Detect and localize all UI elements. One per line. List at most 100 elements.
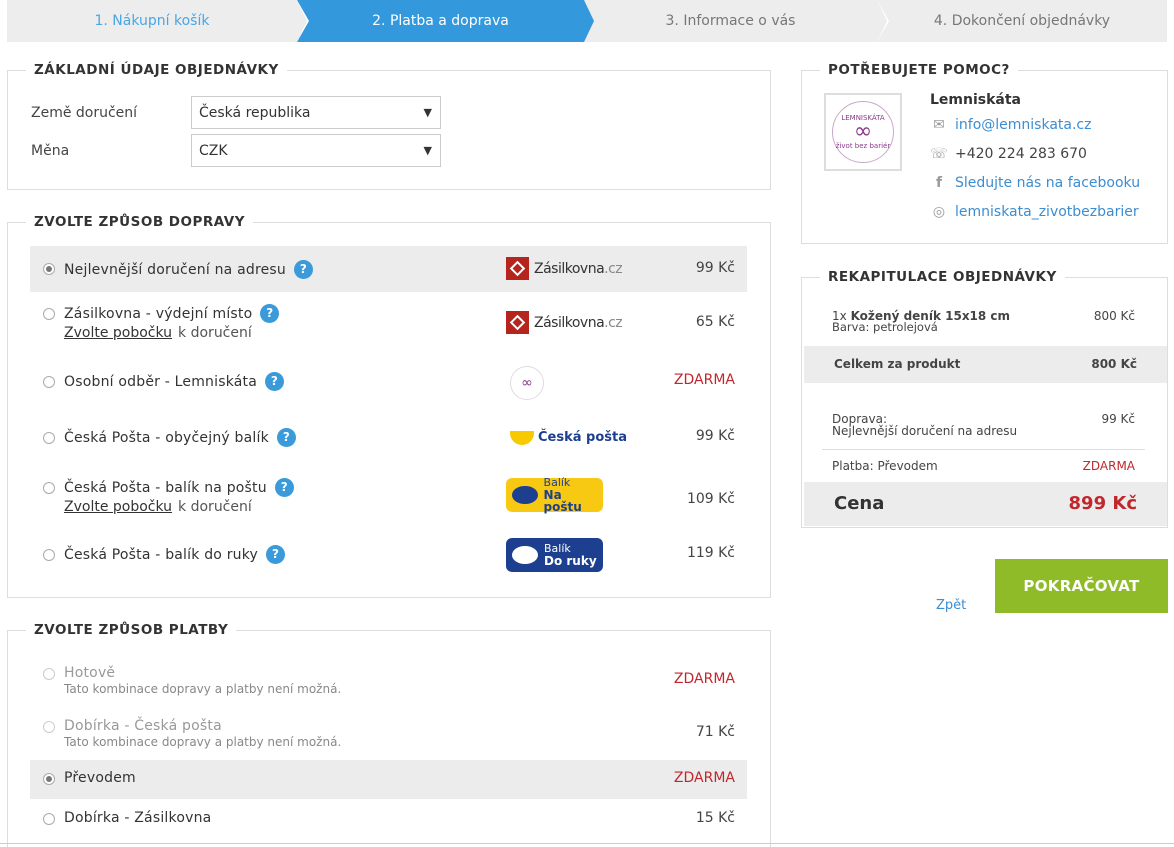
radio[interactable] — [43, 482, 55, 494]
payment-option-name: Dobírka - Zásilkovna — [64, 810, 212, 826]
recap-shipping-name: Nejlevnější doručení na adresu — [832, 424, 1018, 438]
shipping-price: 65 Kč — [695, 314, 735, 330]
shipping-option-name: Česká Pošta - balík do ruky — [64, 547, 259, 563]
recap-product-total-value: 800 Kč — [1091, 357, 1137, 371]
radio[interactable] — [43, 376, 55, 388]
recap-payment-name: Převodem — [877, 459, 938, 473]
shipping-option-name: Osobní odběr - Lemniskáta — [64, 374, 258, 390]
step-complete-label: 4. Dokončení objednávky — [933, 13, 1111, 29]
radio[interactable] — [43, 549, 55, 561]
help-icon[interactable]: ? — [266, 545, 286, 564]
recap-total-label: Cena — [834, 493, 885, 514]
zasilkovna-logo: Zásilkovna.cz — [506, 311, 623, 334]
shipping-option[interactable]: Česká Pošta - obyčejný balík? Česká pošt… — [30, 419, 747, 459]
phone-icon: ☏ — [930, 146, 948, 162]
payment-option-name: Dobírka - Česká pošta — [64, 718, 222, 734]
country-select[interactable]: Česká republika ▼ — [191, 96, 441, 129]
payment-option: Dobírka - Česká pošta Tato kombinace dop… — [30, 714, 747, 754]
payment-option[interactable]: Převodem ZDARMA — [30, 760, 747, 799]
recap-section: REKAPITULACE OBJEDNÁVKY 1x Kožený deník … — [801, 269, 1168, 528]
branch-suffix: k doručení — [178, 499, 252, 515]
step-payment-shipping: 2. Platba a doprava — [297, 0, 594, 42]
payment-option-name: Hotově — [64, 665, 116, 681]
company-name: Lemniskáta — [930, 92, 1021, 108]
recap-shipping-price: 99 Kč — [1101, 412, 1135, 426]
facebook-link[interactable]: Sledujte nás na facebooku — [955, 175, 1140, 191]
shipping-option[interactable]: Zásilkovna - výdejní místo? Zvolte poboč… — [30, 301, 747, 347]
divider — [0, 843, 1174, 844]
badge-line2: Do ruky — [544, 554, 597, 568]
step-cart-label: 1. Nákupní košík — [94, 13, 210, 29]
radio[interactable] — [43, 308, 55, 320]
ceska-posta-logo: Česká pošta — [510, 430, 627, 445]
step-payment-label: 2. Platba a doprava — [372, 13, 509, 29]
radio[interactable] — [43, 813, 55, 825]
shipping-option-name: Česká Pošta - balík na poštu — [64, 480, 267, 496]
recap-shipping: Doprava: Nejlevnější doručení na adresu … — [832, 413, 1137, 437]
zasilkovna-brand: Zásilkovna — [534, 260, 605, 277]
shipping-option-name: Nejlevnější doručení na adresu — [64, 262, 286, 278]
lemniskata-logo: LEMNISKÁTA ∞ život bez bariér — [824, 93, 902, 171]
back-link[interactable]: Zpět — [936, 598, 966, 613]
country-value: Česká republika — [199, 105, 311, 121]
currency-label: Měna — [31, 143, 70, 159]
shipping-legend: ZVOLTE ZPŮSOB DOPRAVY — [26, 214, 254, 230]
recap-total-value: 899 Kč — [1068, 493, 1137, 514]
logo-bottom-text: život bez bariér — [835, 142, 891, 150]
shipping-option[interactable]: Česká Pošta - balík do ruky? Balík Do ruk… — [30, 535, 747, 575]
recap-product-total: Celkem za produkt 800 Kč — [804, 346, 1167, 383]
help-icon[interactable]: ? — [265, 372, 285, 391]
shipping-price: 109 Kč — [686, 491, 735, 507]
email-link[interactable]: info@lemniskata.cz — [955, 117, 1091, 133]
payment-option-note: Tato kombinace dopravy a platby není mož… — [64, 735, 342, 749]
zasilkovna-tld: .cz — [604, 260, 623, 277]
continue-button[interactable]: POKRAČOVAT — [995, 559, 1168, 613]
chevron-down-icon: ▼ — [423, 106, 432, 119]
payment-price: 15 Kč — [695, 810, 735, 826]
recap-legend: REKAPITULACE OBJEDNÁVKY — [820, 269, 1065, 285]
radio-selected[interactable] — [43, 263, 55, 275]
shipping-price: ZDARMA — [673, 372, 735, 388]
shipping-option[interactable]: Nejlevnější doručení na adresu? Zásilkov… — [30, 246, 747, 292]
basic-info-legend: ZÁKLADNÍ ÚDAJE OBJEDNÁVKY — [26, 62, 287, 78]
help-icon[interactable]: ? — [260, 304, 280, 323]
shipping-option-name: Česká Pošta - obyčejný balík — [64, 430, 269, 446]
shipping-section: ZVOLTE ZPŮSOB DOPRAVY Nejlevnější doruče… — [7, 214, 771, 598]
recap-product-price: 800 Kč — [1093, 309, 1135, 323]
payment-price: ZDARMA — [673, 770, 735, 786]
help-icon[interactable]: ? — [274, 478, 294, 497]
radio-selected[interactable] — [43, 773, 55, 785]
choose-branch-link[interactable]: Zvolte pobočku — [64, 499, 172, 515]
ceska-posta-brand: Česká pošta — [538, 430, 628, 445]
badge-line2: Na poštu — [543, 488, 582, 514]
step-cart[interactable]: 1. Nákupní košík — [7, 0, 309, 42]
help-icon[interactable]: ? — [276, 428, 296, 447]
instagram-link[interactable]: lemniskata_zivotbezbarier — [955, 204, 1139, 220]
help-icon[interactable]: ? — [293, 260, 313, 279]
radio[interactable] — [43, 432, 55, 444]
recap-payment-label: Platba: — [832, 459, 874, 473]
recap-payment-price: ZDARMA — [1082, 459, 1135, 473]
recap-variant: Barva: petrolejová — [832, 320, 938, 334]
phone-number: +420 224 283 670 — [955, 146, 1087, 162]
payment-price: ZDARMA — [673, 671, 735, 687]
shipping-option[interactable]: Osobní odběr - Lemniskáta? ∞ ZDARMA — [30, 363, 747, 403]
recap-product-total-label: Celkem za produkt — [834, 357, 961, 371]
country-label: Země doručení — [31, 105, 138, 121]
zasilkovna-brand: Zásilkovna — [534, 314, 605, 331]
currency-select[interactable]: CZK ▼ — [191, 134, 441, 167]
choose-branch-link[interactable]: Zvolte pobočku — [64, 325, 172, 341]
recap-payment: Platba: Převodem ZDARMA — [832, 459, 1137, 473]
payment-price: 71 Kč — [695, 724, 735, 740]
basic-info-section: ZÁKLADNÍ ÚDAJE OBJEDNÁVKY Země doručení … — [7, 62, 771, 190]
step-info-label: 3. Informace o vás — [665, 13, 796, 29]
radio-disabled — [43, 668, 55, 680]
zasilkovna-tld: .cz — [604, 314, 623, 331]
shipping-option[interactable]: Česká Pošta - balík na poštu? Zvolte pob… — [30, 475, 747, 521]
recap-product: 1x Kožený deník 15x18 cm Barva: petrolej… — [832, 309, 1137, 337]
payment-section: ZVOLTE ZPŮSOB PLATBY Hotově Tato kombina… — [7, 622, 771, 847]
payment-option[interactable]: Dobírka - Zásilkovna 15 Kč — [30, 801, 747, 839]
shipping-price: 119 Kč — [686, 545, 735, 561]
help-section: POTŘEBUJETE POMOC? LEMNISKÁTA ∞ život be… — [801, 62, 1168, 244]
zasilkovna-logo: Zásilkovna.cz — [506, 257, 623, 280]
